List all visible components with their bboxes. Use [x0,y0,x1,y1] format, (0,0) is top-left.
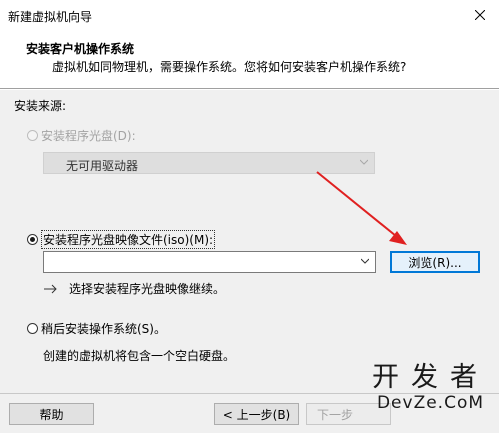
later-description: 创建的虚拟机将包含一个空白硬盘。 [43,349,236,363]
watermark-bottom: DevZe.CoM [376,393,485,413]
page-subtitle: 虚拟机如同物理机，需要操作系统。您将如何安装客户机操作系统? [52,60,407,74]
chevron-down-icon[interactable] [361,258,369,264]
window-titlebar: 新建虚拟机向导 [0,0,499,31]
close-icon [475,10,485,20]
iso-radio[interactable] [27,234,38,245]
later-option[interactable]: 稍后安装操作系统(S)。 [27,320,166,337]
site-watermark: 开发者 DevZe.CoM [372,362,489,414]
disc-label: 安装程序光盘(D): [41,129,136,143]
page-title: 安装客户机操作系统 [26,42,135,56]
disc-drive-value: 无可用驱动器 [66,159,139,173]
disc-option[interactable]: 安装程序光盘(D): [27,127,136,144]
chevron-down-icon [360,159,368,165]
later-label: 稍后安装操作系统(S)。 [41,322,166,336]
iso-hint: 选择安装程序光盘映像继续。 [43,280,225,297]
browse-button[interactable]: 浏览(R)... [390,251,480,273]
header-divider-highlight [0,89,499,90]
iso-hint-text: 选择安装程序光盘映像继续。 [69,282,226,296]
disc-radio[interactable] [27,130,38,141]
watermark-top: 开发者 [372,362,489,393]
arrow-right-icon [44,284,57,293]
back-button[interactable]: < 上一步(B) [214,403,299,425]
source-label: 安装来源: [14,99,67,113]
later-radio[interactable] [27,323,38,334]
disc-drive-select[interactable]: 无可用驱动器 [43,152,375,174]
iso-label: 安装程序光盘映像文件(iso)(M): [41,230,216,249]
close-button[interactable] [469,4,491,26]
window-title: 新建虚拟机向导 [8,10,93,24]
iso-option[interactable]: 安装程序光盘映像文件(iso)(M): [27,230,216,249]
help-button[interactable]: 帮助 [9,403,94,425]
iso-path-input[interactable] [43,251,376,273]
